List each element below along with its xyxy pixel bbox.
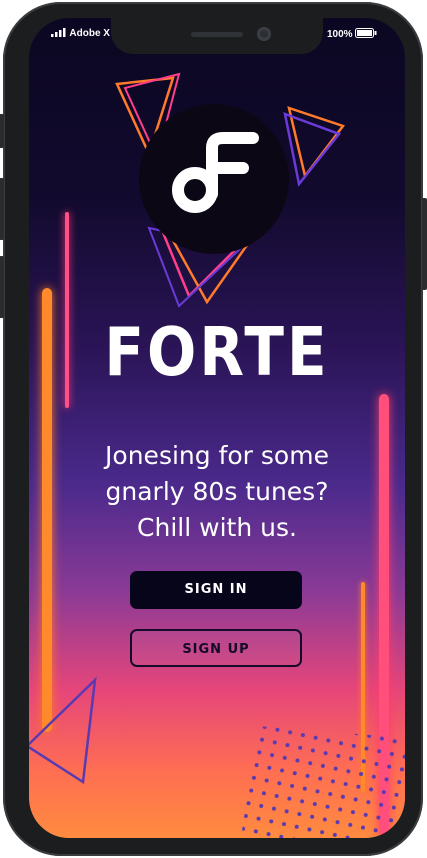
music-note-f-logo-icon — [172, 132, 259, 213]
volume-down-button — [0, 256, 4, 318]
power-button — [422, 198, 427, 290]
phone-frame: Adobe X 100% FORTE Jonesing for some gna… — [0, 2, 427, 856]
mute-switch — [0, 114, 4, 148]
app-logo — [139, 104, 289, 254]
app-screen: Adobe X 100% FORTE Jonesing for some gna… — [29, 18, 405, 838]
tagline: Jonesing for some gnarly 80s tunes? Chil… — [49, 438, 385, 546]
dot-pattern-decoration — [241, 726, 405, 838]
battery-icon — [355, 28, 377, 41]
status-bar-left: Adobe X — [51, 28, 110, 40]
sign-up-button[interactable]: SIGN UP — [130, 629, 302, 667]
tagline-line-3: Chill with us. — [137, 513, 297, 542]
status-bar-right: 100% — [327, 28, 377, 41]
volume-up-button — [0, 178, 4, 240]
tagline-line-2: gnarly 80s tunes? — [105, 477, 329, 506]
speaker-grille — [191, 32, 243, 37]
front-camera — [257, 27, 271, 41]
app-title: FORTE — [104, 312, 330, 392]
signal-bars-icon — [51, 28, 67, 40]
phone-notch — [111, 18, 323, 54]
tagline-line-1: Jonesing for some — [105, 441, 329, 470]
carrier-label: Adobe X — [69, 28, 110, 39]
battery-percent: 100% — [327, 29, 353, 40]
sign-in-button[interactable]: SIGN IN — [130, 571, 302, 609]
neon-triangle-bottom-left — [29, 676, 97, 785]
